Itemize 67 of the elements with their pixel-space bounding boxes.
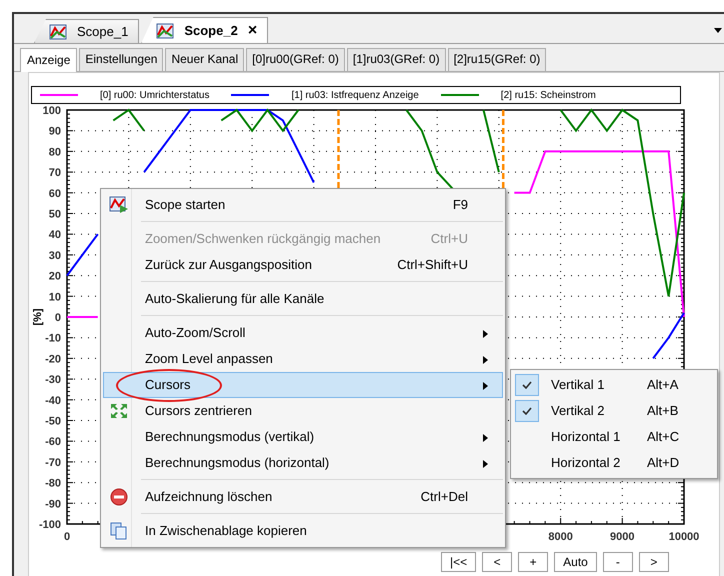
y-tick-label: 40	[48, 229, 61, 242]
menu-item[interactable]: Cursors zentrieren	[103, 398, 503, 424]
menu-item[interactable]: Auto-Skalierung für alle Kanäle	[103, 286, 503, 312]
view-tab[interactable]: [0]ru00(GRef: 0)	[246, 48, 345, 71]
y-tick-label: -40	[45, 394, 61, 407]
x-tick-label: 9000	[610, 531, 635, 543]
view-tab[interactable]: Neuer Kanal	[165, 48, 244, 71]
y-tick-label: -90	[45, 498, 61, 510]
y-axis-label: [%]	[32, 308, 44, 326]
arrows-icon	[110, 403, 128, 419]
y-tick-label: 10	[48, 291, 61, 304]
close-button[interactable]: ×	[248, 18, 258, 42]
submenu-item[interactable]: Vertikal 1 Alt+A	[513, 372, 715, 398]
menu-item[interactable]: Berechnungsmodus (horizontal)	[103, 450, 503, 476]
menu-item[interactable]: Auto-Zoom/Scroll	[103, 320, 503, 346]
legend-label: [1] ru03: Istfrequenz Anzeige	[291, 88, 419, 102]
y-tick-label: -60	[45, 436, 61, 448]
y-tick-label: 20	[48, 270, 61, 283]
menu-item[interactable]: Berechnungsmodus (vertikal)	[103, 424, 503, 450]
y-tick-label: -10	[45, 332, 61, 345]
view-tab[interactable]: Einstellungen	[79, 48, 164, 71]
delete-icon	[110, 488, 128, 506]
y-tick-label: -100	[38, 519, 61, 531]
dropdown-arrow-icon[interactable]	[714, 28, 722, 33]
checkmark-icon[interactable]	[515, 374, 539, 396]
document-tab[interactable]: Scope_1	[34, 19, 140, 43]
x-tick-label: 0	[64, 531, 70, 543]
y-tick-label: 100	[42, 105, 61, 117]
y-tick-label: -80	[45, 478, 61, 490]
y-tick-label: 50	[48, 208, 61, 220]
nav-button[interactable]: -	[602, 552, 633, 572]
menu-item[interactable]: Zoom Level anpassen	[103, 346, 503, 372]
copy-icon	[110, 522, 128, 540]
nav-button[interactable]: >	[638, 552, 669, 572]
x-tick-label: 8000	[548, 531, 573, 543]
y-tick-label: 90	[48, 126, 61, 138]
y-tick-label: -20	[45, 353, 61, 366]
y-tick-label: 70	[48, 167, 61, 180]
legend-label: [2] ru15: Scheinstrom	[500, 88, 596, 102]
nav-button[interactable]: <	[482, 552, 512, 572]
y-tick-label: 60	[48, 188, 61, 200]
menu-item[interactable]: Scope starten F9	[103, 192, 503, 218]
submenu-item[interactable]: Vertikal 2 Alt+B	[513, 398, 715, 424]
y-tick-label: -70	[45, 456, 61, 469]
nav-button[interactable]: +	[518, 552, 548, 572]
nav-button[interactable]: |<<	[441, 552, 476, 572]
scope-icon	[49, 24, 67, 40]
submenu-item[interactable]: Horizontal 1 Alt+C	[513, 424, 715, 450]
x-tick-label: 10000	[668, 531, 700, 543]
menu-item[interactable]: Aufzeichnung löschen Ctrl+Del	[103, 484, 503, 510]
view-tab[interactable]: [2]ru15(GRef: 0)	[448, 48, 546, 71]
y-tick-label: 30	[48, 250, 61, 262]
y-tick-label: 80	[48, 146, 61, 158]
y-tick-label: 0	[54, 312, 61, 324]
submenu-item[interactable]: Horizontal 2 Alt+D	[513, 450, 715, 476]
scope-icon	[109, 196, 129, 214]
view-tab[interactable]: [1]ru03(GRef: 0)	[346, 48, 446, 71]
menu-item[interactable]: Zurück zur Ausgangsposition Ctrl+Shift+U	[103, 252, 503, 278]
scope-icon	[156, 22, 174, 38]
document-tab[interactable]: Scope_2 ×	[141, 17, 268, 43]
y-tick-label: -50	[45, 416, 61, 428]
nav-button[interactable]: Auto	[554, 552, 597, 572]
legend-label: [0] ru00: Umrichterstatus	[100, 88, 210, 102]
menu-item[interactable]: In Zwischenablage kopieren	[103, 518, 503, 544]
y-tick-label: -30	[45, 374, 61, 386]
checkmark-icon[interactable]	[515, 400, 539, 422]
view-tab[interactable]: Anzeige	[20, 48, 78, 72]
